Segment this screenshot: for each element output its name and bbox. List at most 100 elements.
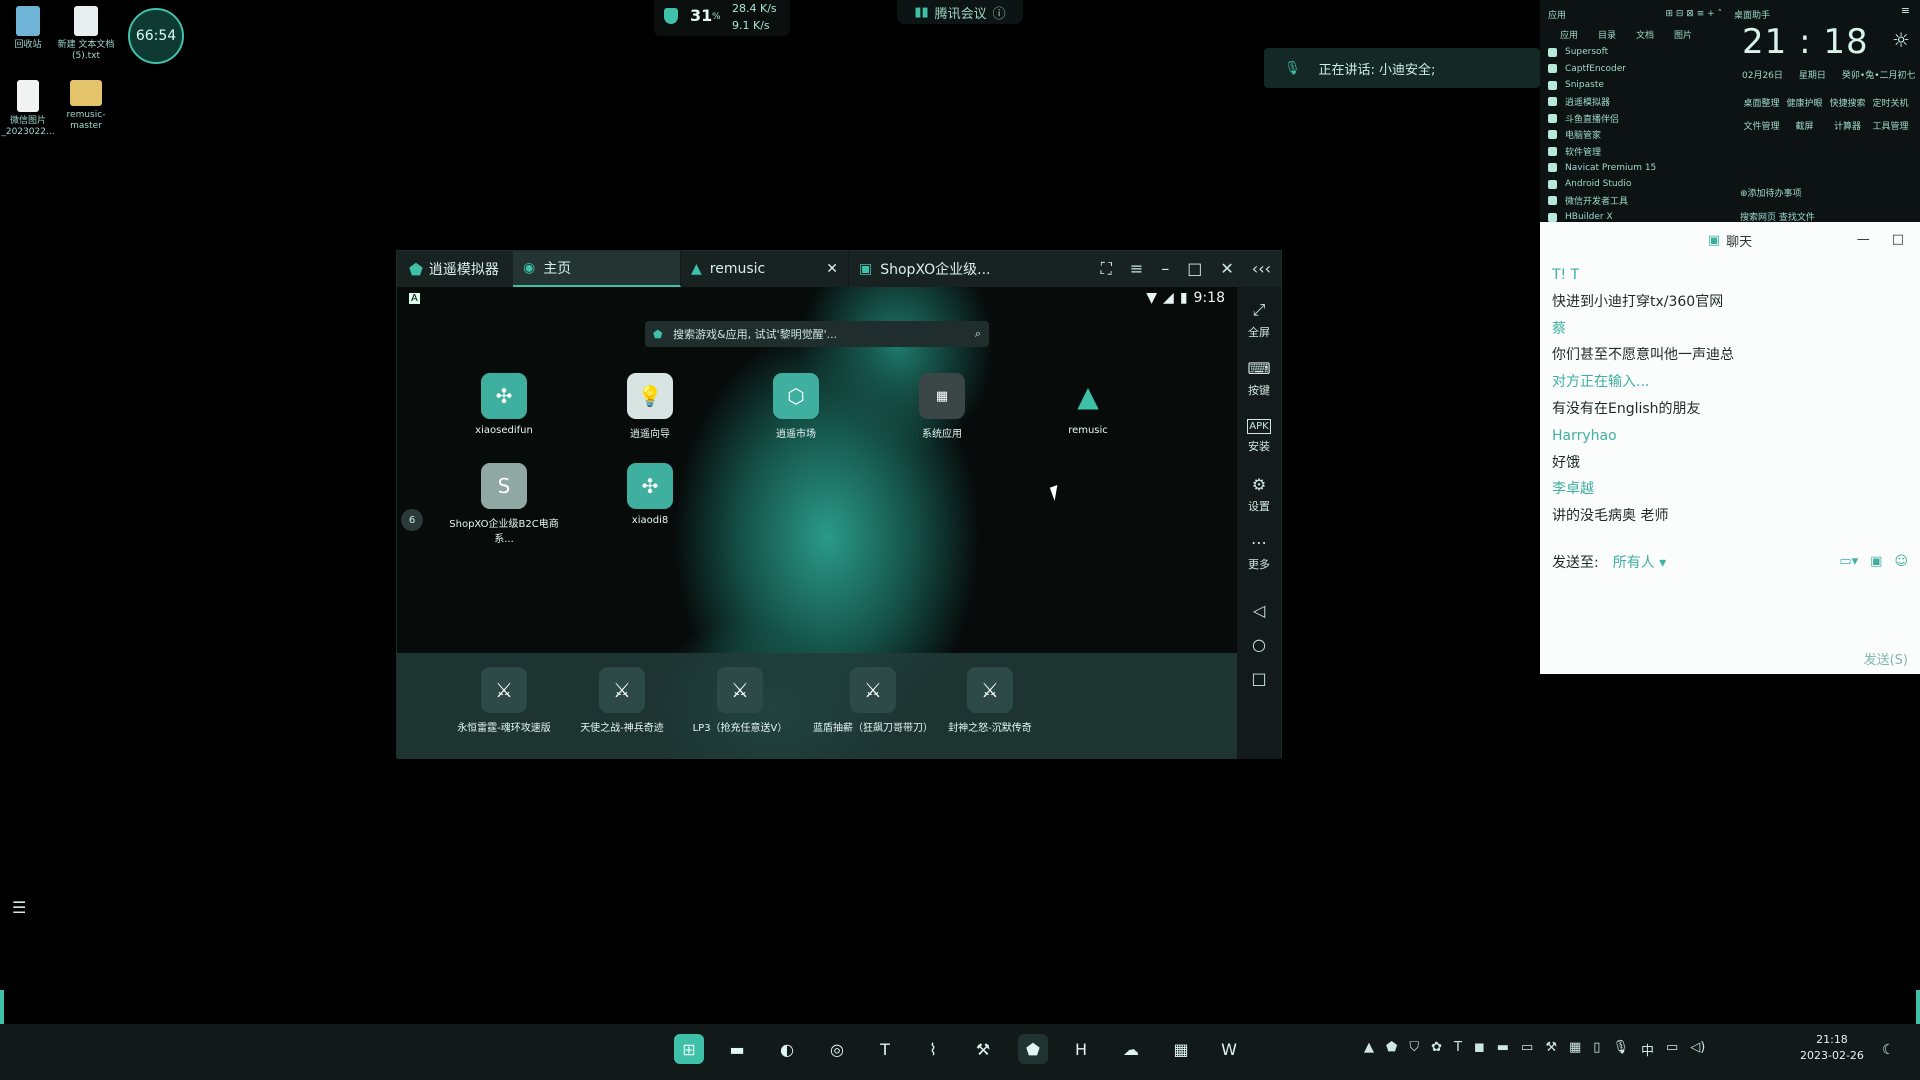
folder-icon[interactable]: ▭▾: [1839, 554, 1858, 569]
volume-icon[interactable]: ◁): [1690, 1040, 1705, 1059]
minimize-icon[interactable]: —: [1857, 232, 1870, 247]
close-tab-icon[interactable]: ✕: [826, 261, 838, 277]
page-indicator-badge[interactable]: 6: [401, 509, 423, 531]
dock-game-1[interactable]: ⚔ 永恒雷霆-魂环攻速版: [449, 667, 559, 734]
taskbar-wechat[interactable]: ☁: [1116, 1034, 1146, 1064]
taskbar-edge[interactable]: ◐: [772, 1034, 802, 1064]
tab-home[interactable]: ◉ 主页: [513, 251, 681, 287]
app-market[interactable]: ⬡ 逍遥市场: [741, 373, 851, 440]
sidebar-install[interactable]: APK 安装: [1237, 411, 1281, 461]
app-remusic[interactable]: ▲ remusic: [1033, 373, 1143, 437]
shortcut-timed-shutdown[interactable]: 定时关机: [1869, 96, 1912, 109]
dock-game-5[interactable]: ⚔ 封神之怒-沉默传奇: [935, 667, 1045, 734]
sidebar-more[interactable]: ⋯ 更多: [1237, 527, 1281, 577]
tray-video-icon[interactable]: ◼: [1474, 1040, 1485, 1059]
nav-home-button[interactable]: ○: [1237, 627, 1281, 661]
shortcut-calculator[interactable]: 计算器: [1826, 119, 1869, 132]
search-icon[interactable]: ⌕: [975, 327, 981, 341]
minimize-icon[interactable]: –: [1161, 259, 1169, 279]
tray-monitor-icon[interactable]: ▭: [1521, 1040, 1533, 1059]
app-xiaodi8[interactable]: ✣ xiaodi8: [595, 463, 705, 526]
tray-app-icon[interactable]: ▲: [1364, 1040, 1374, 1059]
list-icon[interactable]: ☰: [12, 898, 26, 917]
tray-emulator-icon[interactable]: ⬟: [1386, 1040, 1397, 1059]
meeting-pill[interactable]: ▮▮ 腾讯会议 ⓘ: [897, 0, 1023, 24]
app-system[interactable]: ▦ 系统应用: [887, 373, 997, 440]
apps-panel-item[interactable]: 软件管理: [1540, 143, 1730, 160]
user-icon[interactable]: ☺: [1894, 554, 1908, 569]
taskbar-wps[interactable]: W: [1214, 1034, 1244, 1064]
subtab-images[interactable]: 图片: [1674, 28, 1692, 44]
send-to-dropdown[interactable]: 所有人 ▾: [1613, 552, 1666, 572]
tray-grid-icon[interactable]: ▦: [1569, 1040, 1581, 1059]
network-icon[interactable]: ▭: [1666, 1040, 1678, 1059]
apps-panel-item[interactable]: Navicat Premium 15: [1540, 160, 1730, 177]
shortcut-quick-search[interactable]: 快捷搜索: [1826, 96, 1869, 109]
subtab-apps[interactable]: 应用: [1560, 28, 1578, 44]
apps-panel-item[interactable]: CaptfEncoder: [1540, 61, 1730, 78]
sidebar-keys[interactable]: ⌨ 按键: [1237, 353, 1281, 403]
timer-widget[interactable]: 66:54: [128, 8, 184, 64]
shortcut-eye-care[interactable]: 健康护眼: [1783, 96, 1826, 109]
tray-folder-icon[interactable]: ▬: [1497, 1040, 1509, 1059]
apps-panel-item[interactable]: Android Studio: [1540, 176, 1730, 193]
app-guide[interactable]: 💡 逍遥向导: [595, 373, 705, 440]
tray-usb-icon[interactable]: ▯: [1593, 1040, 1600, 1059]
tray-typora-icon[interactable]: T: [1454, 1040, 1462, 1059]
ime-indicator[interactable]: 中: [1641, 1040, 1654, 1059]
dock-game-3[interactable]: ⚔ LP3（抢充任意送V）: [685, 667, 795, 734]
taskbar-emulator[interactable]: ⬟: [1018, 1034, 1048, 1064]
panel-controls[interactable]: ⊞ ⊟ ⊠ ≡ + ˄: [1665, 9, 1722, 19]
desktop-icon-image[interactable]: 微信图片_2023022...: [0, 80, 60, 138]
apps-panel-item[interactable]: 微信开发者工具: [1540, 193, 1730, 210]
taskbar-file-explorer[interactable]: ▬: [722, 1034, 752, 1064]
microphone-icon[interactable]: 🎙: [1612, 1040, 1629, 1059]
shortcut-tools[interactable]: 工具管理: [1869, 119, 1912, 132]
maximize-icon[interactable]: □: [1187, 259, 1202, 279]
add-todo-button[interactable]: ⊕添加待办事项: [1740, 186, 1802, 199]
taskbar-hbuilder[interactable]: H: [1066, 1034, 1096, 1064]
menu-icon[interactable]: ≡: [1130, 259, 1143, 279]
taskbar-douyu[interactable]: ⌇: [918, 1034, 948, 1064]
app-search-input[interactable]: ⬟ 搜索游戏&应用, 试试'黎明觉醒'... ⌕: [645, 321, 989, 347]
apps-panel-item[interactable]: 斗鱼直播伴侣: [1540, 110, 1730, 127]
nav-recents-button[interactable]: □: [1237, 661, 1281, 695]
subtab-docs[interactable]: 文档: [1636, 28, 1654, 44]
screenshot-icon[interactable]: ⛶: [1101, 259, 1112, 279]
shortcut-desktop-organize[interactable]: 桌面整理: [1740, 96, 1783, 109]
close-icon[interactable]: ✕: [1220, 259, 1233, 279]
taskbar-clock[interactable]: 21:18 2023-02-26: [1800, 1032, 1864, 1064]
nav-back-button[interactable]: ◁: [1237, 593, 1281, 627]
taskbar-app[interactable]: ▦: [1166, 1034, 1196, 1064]
tray-gear-icon[interactable]: ✿: [1431, 1040, 1442, 1059]
panel-menu-icon[interactable]: ≡: [1901, 4, 1910, 17]
sidebar-fullscreen[interactable]: ⤢ 全屏: [1237, 295, 1281, 345]
screenshot-icon[interactable]: ▣: [1870, 554, 1882, 569]
apps-panel-item[interactable]: 电脑管家: [1540, 127, 1730, 144]
shortcut-file-manager[interactable]: 文件管理: [1740, 119, 1783, 132]
tray-shield-icon[interactable]: ⛉: [1409, 1040, 1419, 1059]
dock-game-4[interactable]: ⚔ 蓝盾抽薪（狂飙刀哥带刀）: [803, 667, 943, 734]
notification-moon-icon[interactable]: ☾: [1882, 1042, 1895, 1058]
subtab-folders[interactable]: 目录: [1598, 28, 1616, 44]
collapse-sidebar-icon[interactable]: ‹‹‹: [1252, 259, 1271, 279]
sidebar-settings[interactable]: ⚙ 设置: [1237, 469, 1281, 519]
taskbar-chrome[interactable]: ◎: [822, 1034, 852, 1064]
maximize-icon[interactable]: □: [1892, 232, 1904, 247]
tray-tool-icon[interactable]: ⚒: [1545, 1040, 1557, 1059]
desktop-icon-text-file[interactable]: 新建 文本文档 (5).txt: [54, 6, 118, 62]
apps-panel-item[interactable]: Snipaste: [1540, 77, 1730, 94]
desktop-icon-folder[interactable]: remusic-master: [54, 80, 118, 132]
shortcut-screenshot[interactable]: 截屏: [1783, 119, 1826, 132]
apps-panel-item[interactable]: 逍遥模拟器: [1540, 94, 1730, 111]
desktop-icon-recycle-bin[interactable]: 回收站: [0, 6, 60, 51]
send-button[interactable]: 发送(S): [1864, 649, 1908, 668]
dock-game-2[interactable]: ⚔ 天使之战-神兵奇迹: [567, 667, 677, 734]
start-button[interactable]: ⊞: [674, 1034, 704, 1064]
taskbar-typora[interactable]: T: [870, 1034, 900, 1064]
taskbar-tool[interactable]: ⚒: [968, 1034, 998, 1064]
network-widget[interactable]: 31 % 28.4 K/s 9.1 K/s: [654, 0, 790, 36]
tab-shopxo[interactable]: ▣ ShopXO企业级...: [849, 251, 1009, 287]
tab-remusic[interactable]: ▲ remusic ✕: [681, 251, 849, 287]
apps-panel-item[interactable]: Supersoft: [1540, 44, 1730, 61]
